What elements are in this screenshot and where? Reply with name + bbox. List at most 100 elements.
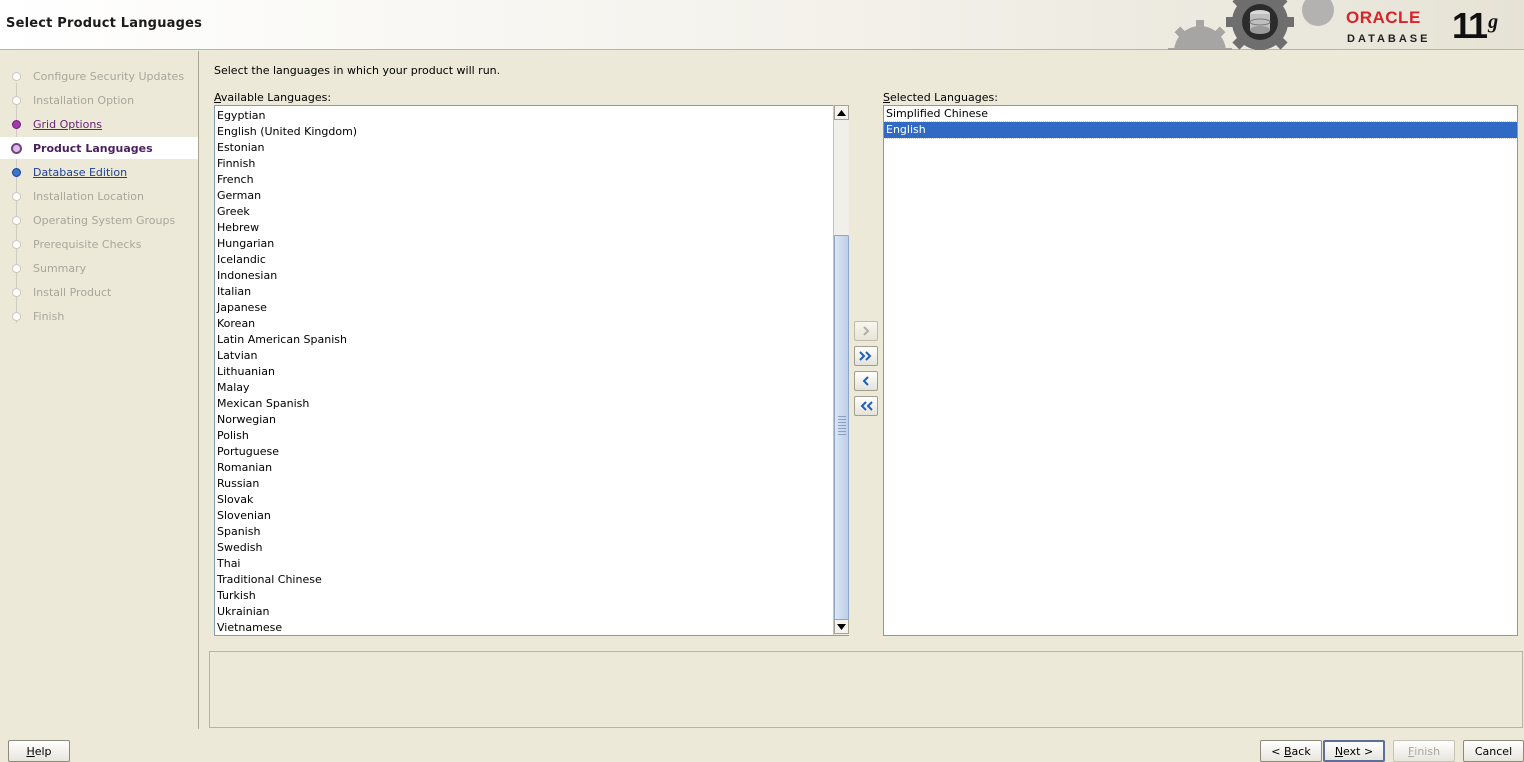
steps-sidebar: Configure Security Updates Installation … [0,51,199,729]
language-list-item[interactable]: Hebrew [215,220,848,236]
step-label: Product Languages [33,142,153,155]
language-list-item[interactable]: Thai [215,556,848,572]
language-list-item[interactable]: Turkish [215,588,848,604]
help-button[interactable]: Help [8,740,70,762]
available-languages-label: Available Languages: [214,91,331,104]
step-prerequisite-checks: Prerequisite Checks [0,233,198,255]
step-dot-icon [12,264,21,273]
logo-database-text: DATABASE [1347,33,1431,45]
step-configure-security-updates: Configure Security Updates [0,65,198,87]
step-label[interactable]: Database Edition [33,166,127,179]
add-all-button[interactable] [854,346,878,366]
logo-version-suffix: g [1488,11,1498,33]
step-dot-icon [12,72,21,81]
step-dot-icon [12,240,21,249]
language-list-item[interactable]: Simplified Chinese [884,106,1517,122]
logo-version: 11 g [1452,5,1498,46]
oracle-logo: ORACLE DATABASE [1346,8,1446,48]
button-label-rest: elp [34,744,52,758]
language-list-item[interactable]: Korean [215,316,848,332]
step-label: Configure Security Updates [33,70,185,83]
language-list-item[interactable]: Japanese [215,300,848,316]
step-grid-options[interactable]: Grid Options [0,113,198,135]
arrow-down-icon [837,623,846,630]
language-list-item[interactable]: Estonian [215,140,848,156]
selected-languages-list[interactable]: Simplified Chinese English [883,105,1518,636]
add-selected-button[interactable] [854,321,878,341]
language-list-item[interactable]: Romanian [215,460,848,476]
language-list-item[interactable]: Traditional Chinese [215,572,848,588]
message-area [209,651,1523,728]
language-list-item[interactable]: Polish [215,428,848,444]
language-list-item[interactable]: Egyptian [215,108,848,124]
instruction-text: Select the languages in which your produ… [214,64,501,77]
gears-icon [1168,0,1334,50]
next-button[interactable]: Next > [1323,740,1385,762]
mnemonic-n: N [1334,744,1344,758]
step-label: Finish [33,310,65,323]
selected-items: Simplified Chinese English [884,106,1517,139]
step-install-product: Install Product [0,281,198,303]
remove-all-button[interactable] [854,396,878,416]
language-list-item[interactable]: Ukrainian [215,604,848,620]
step-product-languages: Product Languages [0,137,198,159]
scroll-down-button[interactable] [834,619,849,634]
language-list-item[interactable]: French [215,172,848,188]
language-list-item[interactable]: Icelandic [215,252,848,268]
available-languages-list[interactable]: Egyptian English (United Kingdom) Estonian… [214,105,849,636]
remove-selected-button[interactable] [854,371,878,391]
language-list-item[interactable]: Latvian [215,348,848,364]
language-list-item[interactable]: Russian [215,476,848,492]
double-chevron-right-icon [859,351,872,361]
mnemonic-a: A [214,91,221,104]
button-label-rest: ack [1291,744,1311,758]
double-chevron-left-icon [860,401,873,411]
chevron-right-icon [863,326,870,336]
step-visited-icon [12,120,21,129]
logo-version-number: 11 [1452,5,1488,46]
language-list-item[interactable]: Italian [215,284,848,300]
language-list-item[interactable]: Greek [215,204,848,220]
language-list-item[interactable]: Hungarian [215,236,848,252]
available-list-scrollbar[interactable] [833,105,849,635]
language-list-item[interactable]: Portuguese [215,444,848,460]
language-list-item[interactable]: Spanish [215,524,848,540]
step-installation-option: Installation Option [0,89,198,111]
scrollbar-thumb[interactable] [834,235,849,620]
grip-icon [838,416,846,436]
button-label-rest: ext > [1343,744,1374,758]
step-dot-icon [12,288,21,297]
available-items: Egyptian English (United Kingdom) Estonian… [215,106,848,635]
language-list-item[interactable]: German [215,188,848,204]
step-next-icon [12,168,21,177]
step-database-edition[interactable]: Database Edition [0,161,198,183]
arrow-up-icon [837,109,846,116]
cancel-button[interactable]: Cancel [1463,740,1524,762]
step-label: Install Product [33,286,112,299]
step-label[interactable]: Grid Options [33,118,102,131]
language-list-item[interactable]: Vietnamese [215,620,848,635]
language-list-item[interactable]: English [884,121,1517,139]
language-list-item[interactable]: Swedish [215,540,848,556]
language-list-item[interactable]: Latin American Spanish [215,332,848,348]
step-current-icon [11,143,22,154]
step-summary: Summary [0,257,198,279]
language-list-item[interactable]: Norwegian [215,412,848,428]
language-list-item[interactable]: Lithuanian [215,364,848,380]
language-list-item[interactable]: Slovenian [215,508,848,524]
language-list-item[interactable]: Slovak [215,492,848,508]
button-label-rest: inish [1414,744,1441,758]
mnemonic-h: H [26,744,35,758]
language-list-item[interactable]: Finnish [215,156,848,172]
chevron-left-icon [862,376,869,386]
back-button[interactable]: < Back [1260,740,1322,762]
step-label: Operating System Groups [33,214,176,227]
language-list-item[interactable]: Malay [215,380,848,396]
step-operating-system-groups: Operating System Groups [0,209,198,231]
label-rest: vailable Languages: [220,91,332,104]
scroll-up-button[interactable] [834,105,849,120]
language-list-item[interactable]: English (United Kingdom) [215,124,848,140]
language-list-item[interactable]: Indonesian [215,268,848,284]
language-list-item[interactable]: Mexican Spanish [215,396,848,412]
step-dot-icon [12,216,21,225]
